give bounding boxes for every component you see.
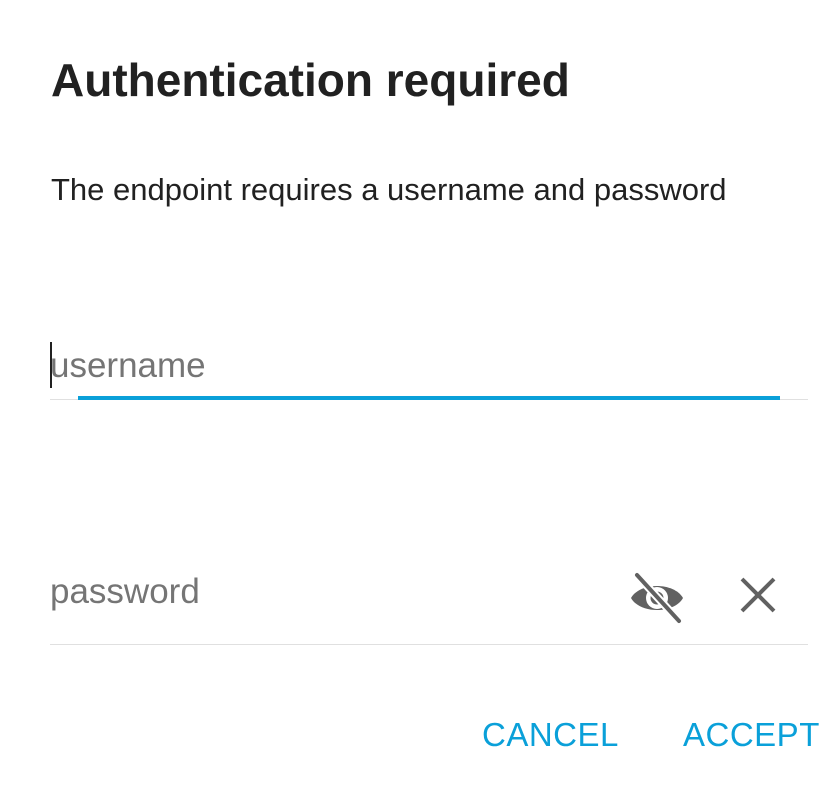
dialog-actions: CANCEL ACCEPT [0,712,836,762]
visibility-off-icon [631,572,683,624]
clear-password-button[interactable] [735,572,781,618]
username-input[interactable] [50,344,780,388]
password-underline [50,644,808,645]
dialog-title: Authentication required [51,54,570,106]
auth-dialog: Authentication required The endpoint req… [0,0,836,785]
toggle-visibility-button[interactable] [625,568,689,628]
cancel-button[interactable]: CANCEL [482,712,619,758]
dialog-message: The endpoint requires a username and pas… [51,172,727,207]
password-field [50,560,808,645]
accept-button[interactable]: ACCEPT [683,712,820,758]
password-input[interactable] [50,570,610,614]
close-icon [740,577,776,613]
username-focus-indicator [78,396,780,400]
username-field [50,330,808,400]
